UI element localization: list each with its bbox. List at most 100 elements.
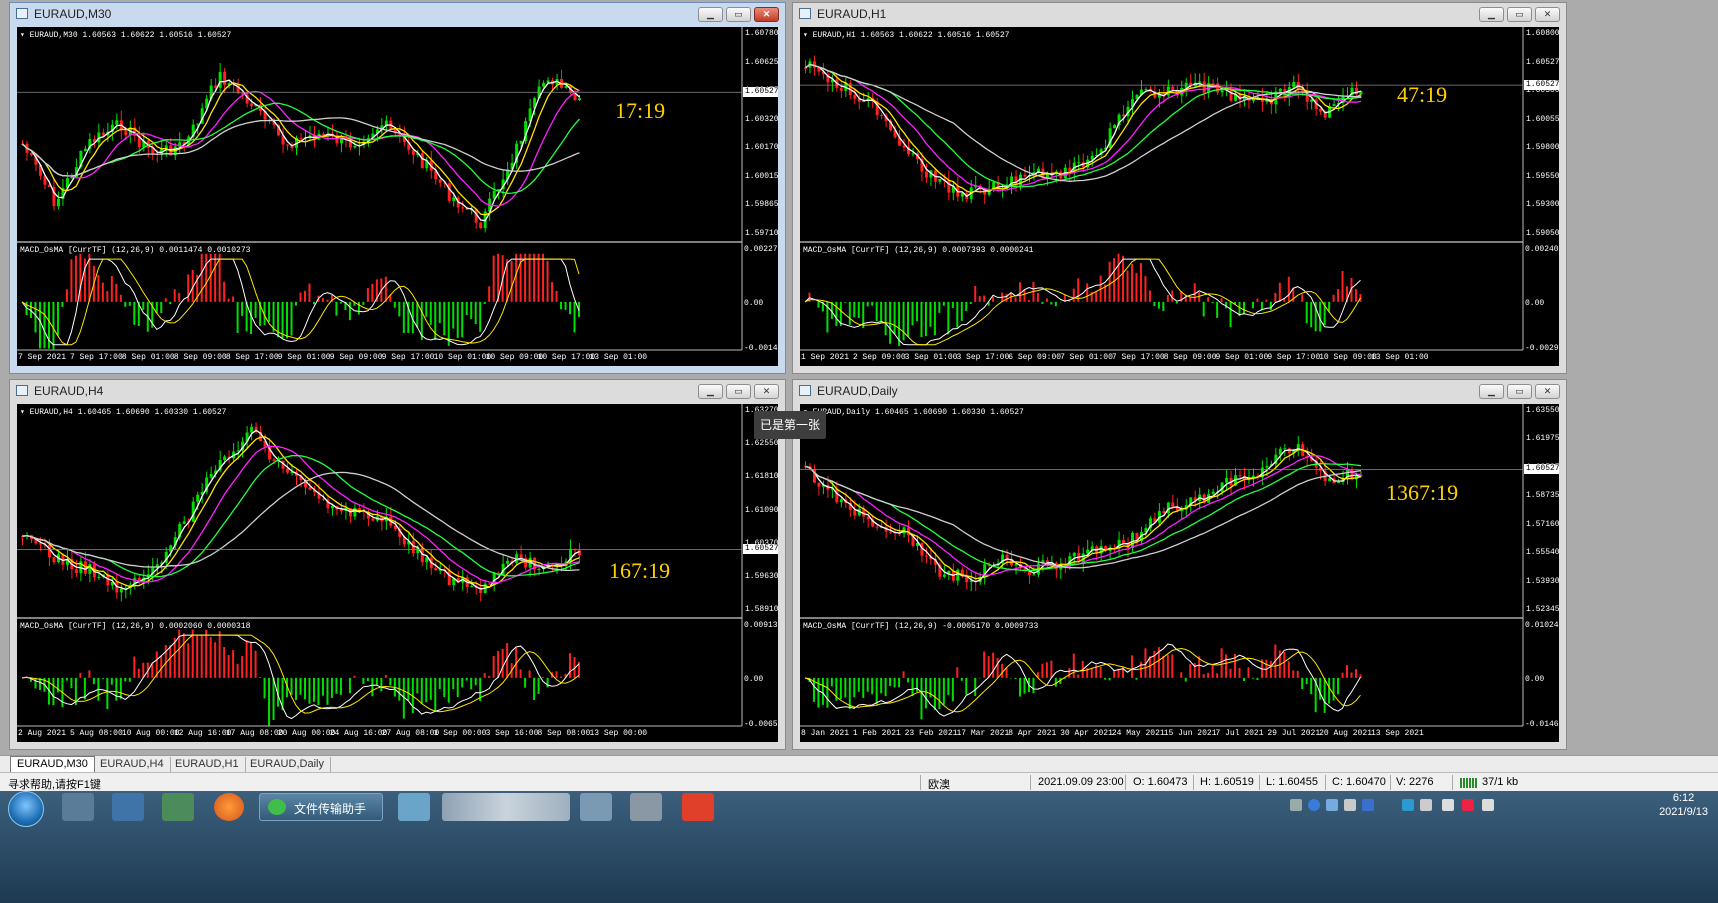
candle: [465, 574, 469, 593]
keyboard-icon[interactable]: [1290, 799, 1302, 811]
macd-bar: [236, 301, 239, 333]
chart-plot-area[interactable]: ▾ EURAUD,Daily 1.60465 1.60690 1.60330 1…: [800, 404, 1559, 742]
macd-bar: [1189, 296, 1192, 302]
macd-bar: [835, 301, 838, 326]
macd-bar: [366, 677, 369, 682]
time-axis-label: 2 Sep 09:00: [852, 353, 906, 362]
close-button[interactable]: ✕: [1535, 7, 1560, 22]
chart-plot-area[interactable]: ▾ EURAUD,H4 1.60465 1.60690 1.60330 1.60…: [17, 404, 778, 742]
close-app-icon[interactable]: [682, 793, 714, 821]
mute-icon[interactable]: [1462, 799, 1474, 811]
close-button[interactable]: ✕: [754, 7, 779, 22]
macd-bar: [447, 677, 450, 703]
macd-bar: [205, 253, 208, 302]
macd-bar: [56, 301, 59, 336]
maximize-button[interactable]: ▭: [1507, 384, 1532, 399]
price-axis-label: 1.62550: [745, 439, 778, 449]
chart-window-icon: [16, 385, 28, 396]
app-icon[interactable]: [630, 793, 662, 821]
macd-bar: [34, 301, 37, 333]
tray-arrow-icon[interactable]: [1344, 799, 1356, 811]
chart-window-h4[interactable]: EURAUD,H4 ▁ ▭ ✕ ▾ EURAUD,H4 1.60465 1.6069…: [9, 379, 786, 750]
macd-bar: [461, 677, 464, 688]
maximize-button[interactable]: ▭: [726, 7, 751, 22]
notes-icon[interactable]: [398, 793, 430, 821]
price-axis-label: 1.60055: [1526, 114, 1559, 124]
maximize-button[interactable]: ▭: [726, 384, 751, 399]
shield-icon[interactable]: [1362, 799, 1374, 811]
blurred-taskbar-item[interactable]: [442, 793, 570, 821]
macd-bar: [844, 677, 847, 698]
candle: [52, 556, 56, 565]
help-icon[interactable]: [1308, 799, 1320, 811]
macd-bar: [1251, 301, 1254, 309]
macd-bar: [519, 253, 522, 302]
macd-bar: [969, 301, 972, 305]
minimize-button[interactable]: ▁: [1479, 7, 1504, 22]
wechat-taskbar-item[interactable]: 文件传输助手: [259, 793, 383, 821]
macd-bar: [434, 677, 437, 712]
chart-plot-area[interactable]: ▾ EURAUD,H1 1.60563 1.60622 1.60516 1.60…: [800, 27, 1559, 366]
network-icon[interactable]: [1402, 799, 1414, 811]
macd-bar: [133, 656, 136, 678]
macd-bar: [1095, 291, 1098, 302]
candle: [286, 144, 290, 151]
close-button[interactable]: ✕: [1535, 384, 1560, 399]
chart-window-h1[interactable]: EURAUD,H1 ▁ ▭ ✕ ▾ EURAUD,H1 1.60563 1.6062…: [792, 2, 1567, 374]
macd-bar: [420, 677, 423, 704]
candle: [1023, 166, 1027, 178]
control-panel-icon[interactable]: [162, 793, 194, 821]
chart-window-daily[interactable]: EURAUD,Daily ▁ ▭ ✕ ▾ EURAUD,Daily 1.60465 …: [792, 379, 1567, 750]
chart-plot-area[interactable]: ▾ EURAUD,M30 1.60563 1.60622 1.60516 1.6…: [17, 27, 778, 366]
browser-icon[interactable]: [214, 793, 244, 821]
macd-bar: [924, 677, 927, 709]
start-button[interactable]: [8, 791, 44, 827]
macd-bar: [960, 301, 963, 321]
macd-bar: [1211, 301, 1214, 303]
window-titlebar[interactable]: EURAUD,H1 ▁ ▭ ✕: [793, 3, 1566, 25]
time-axis-label: 8 Sep 17:00: [225, 353, 279, 362]
macd-bar: [1216, 673, 1219, 678]
macd-axis-label: 0.00: [1525, 299, 1545, 309]
image-viewer-icon[interactable]: [580, 793, 612, 821]
macd-bar: [1108, 261, 1111, 302]
macd-bar: [389, 677, 392, 686]
macd-bar: [555, 290, 558, 302]
clock-date: 2021/9/13: [1659, 806, 1708, 818]
tab-euraud-daily[interactable]: EURAUD,Daily: [244, 757, 331, 772]
window-titlebar[interactable]: EURAUD,H4 ▁ ▭ ✕: [10, 380, 785, 402]
volume-icon[interactable]: [1420, 799, 1432, 811]
minimize-button[interactable]: ▁: [698, 7, 723, 22]
candle: [479, 579, 483, 602]
window-titlebar[interactable]: EURAUD,Daily ▁ ▭ ✕: [793, 380, 1566, 402]
macd-bar: [1189, 664, 1192, 678]
candle: [290, 142, 294, 152]
tab-euraud-h4[interactable]: EURAUD,H4: [94, 757, 171, 772]
flag-icon[interactable]: [1482, 799, 1494, 811]
price-axis-label: 1.55540: [1526, 548, 1559, 558]
price-axis-label: 1.59300: [1526, 200, 1559, 210]
macd-bar: [1229, 668, 1232, 678]
tray-icon[interactable]: [1442, 799, 1454, 811]
candle: [488, 191, 492, 221]
window-titlebar[interactable]: EURAUD,M30 ▁ ▭ ✕: [10, 3, 785, 25]
macd-bar: [416, 301, 419, 328]
minimize-button[interactable]: ▁: [698, 384, 723, 399]
macd-bar: [1350, 672, 1353, 678]
macd-bar: [1148, 290, 1151, 302]
candle: [1225, 470, 1229, 491]
settings-icon[interactable]: [1326, 799, 1338, 811]
tab-euraud-h1[interactable]: EURAUD,H1: [169, 757, 246, 772]
time-axis-label: 15 Jun 2021: [1163, 729, 1217, 738]
macd-bar: [987, 656, 990, 678]
taskbar-clock[interactable]: 6:12 2021/9/13: [1659, 791, 1708, 819]
show-desktop-icon[interactable]: [62, 793, 94, 821]
macd-bar: [992, 652, 995, 678]
close-button[interactable]: ✕: [754, 384, 779, 399]
minimize-button[interactable]: ▁: [1479, 384, 1504, 399]
maximize-button[interactable]: ▭: [1507, 7, 1532, 22]
candle: [528, 552, 532, 577]
computer-icon[interactable]: [112, 793, 144, 821]
macd-bar: [470, 677, 473, 690]
chart-window-m30[interactable]: EURAUD,M30 ▁ ▭ ✕ ▾ EURAUD,M30 1.60563 1.60…: [9, 2, 786, 374]
